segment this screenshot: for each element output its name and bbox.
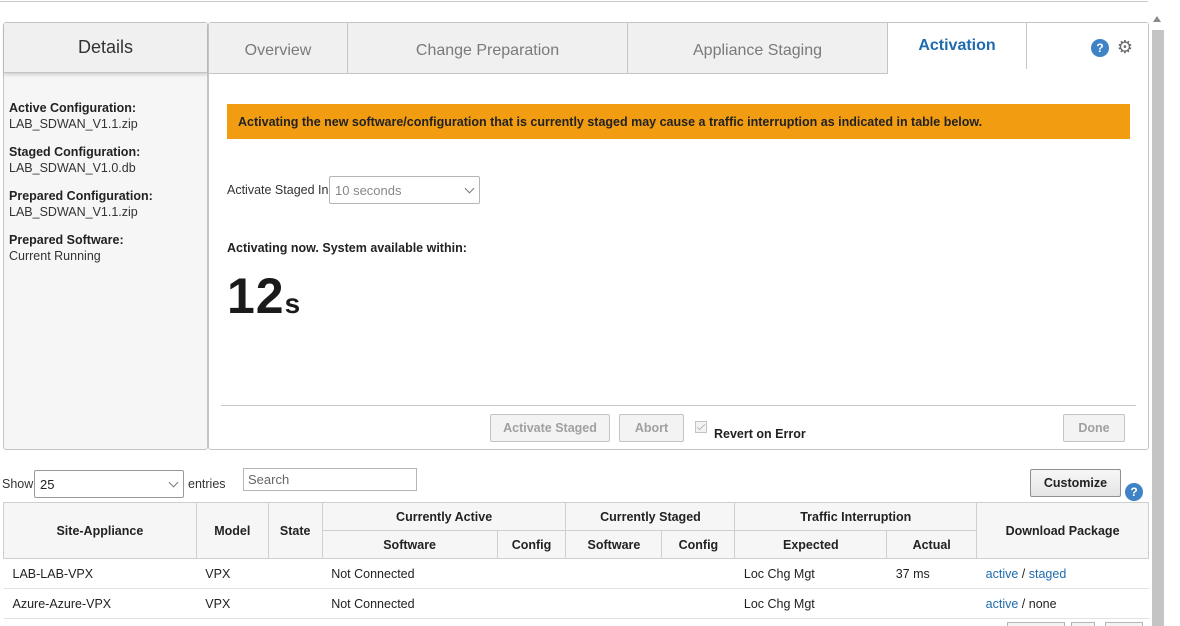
help-icon[interactable]: ? (1091, 39, 1109, 57)
table-row: Azure-Azure-VPX VPX Not Connected Loc Ch… (3, 588, 1149, 619)
top-border (0, 0, 1148, 2)
table-row: LAB-LAB-VPX VPX Not Connected Loc Chg Mg… (3, 558, 1149, 589)
pagination-next-button[interactable] (1105, 622, 1143, 626)
scroll-up-arrow-icon[interactable] (1153, 16, 1161, 22)
cell-model: VPX (196, 588, 269, 619)
countdown-timer: 12s (227, 267, 300, 325)
show-label: Show (2, 477, 34, 491)
pagination-page-button[interactable] (1071, 622, 1095, 626)
done-button[interactable]: Done (1063, 414, 1125, 442)
detail-label: Active Configuration: (9, 101, 137, 115)
cell-staged-software (565, 558, 662, 589)
column-header-staged-software[interactable]: Software (565, 530, 663, 559)
revert-on-error-label: Revert on Error (714, 427, 806, 441)
download-active-link[interactable]: active (986, 567, 1019, 581)
countdown-value: 12 (227, 268, 285, 324)
activate-staged-button[interactable]: Activate Staged (490, 414, 610, 442)
tab-change-preparation[interactable]: Change Preparation (348, 23, 628, 74)
cell-active-config (497, 588, 566, 619)
detail-prepared-configuration: Prepared Configuration: LAB_SDWAN_V1.1.z… (9, 188, 202, 220)
cell-expected: Loc Chg Mgt (734, 588, 887, 619)
download-none-text: none (1028, 596, 1057, 611)
search-input[interactable] (243, 468, 417, 491)
separator: / (1021, 596, 1026, 611)
details-title: Details (4, 23, 207, 73)
column-header-state[interactable]: State (267, 502, 323, 559)
detail-label: Staged Configuration: (9, 145, 141, 159)
warning-banner: Activating the new software/configuratio… (227, 104, 1130, 139)
activate-delay-value: 10 seconds (335, 183, 402, 198)
entries-per-page-select[interactable]: 25 (34, 470, 184, 498)
column-header-active-software[interactable]: Software (321, 530, 498, 559)
activate-staged-in-label: Activate Staged In: (227, 183, 332, 197)
tab-overview[interactable]: Overview (209, 23, 348, 74)
cell-active-software: Not Connected (322, 558, 498, 589)
revert-on-error-option[interactable]: Revert on Error (695, 419, 806, 441)
activate-delay-select[interactable]: 10 seconds (329, 176, 480, 204)
detail-value: Current Running (9, 249, 101, 263)
separator: / (1021, 566, 1026, 581)
cell-active-software: Not Connected (322, 588, 498, 619)
help-icon[interactable]: ? (1125, 483, 1143, 501)
detail-value: LAB_SDWAN_V1.0.db (9, 161, 136, 175)
cell-state (268, 588, 323, 619)
tab-appliance-staging[interactable]: Appliance Staging (628, 23, 888, 74)
cell-model: VPX (196, 558, 269, 589)
chevron-down-icon (464, 183, 475, 194)
appliance-table: Site-Appliance Model State Currently Act… (3, 502, 1149, 619)
detail-value: LAB_SDWAN_V1.1.zip (9, 117, 138, 131)
column-header-actual[interactable]: Actual (886, 530, 978, 559)
cell-staged-software (565, 588, 662, 619)
pagination-previous-button[interactable] (1007, 622, 1065, 626)
cell-state (268, 558, 323, 589)
column-header-active-config[interactable]: Config (496, 530, 567, 559)
column-header-site-appliance[interactable]: Site-Appliance (3, 502, 197, 559)
detail-value: LAB_SDWAN_V1.1.zip (9, 205, 138, 219)
download-staged-link[interactable]: staged (1029, 567, 1067, 581)
cell-expected: Loc Chg Mgt (734, 558, 887, 589)
cell-download-package: active / none (976, 588, 1149, 619)
cell-download-package: active / staged (976, 558, 1149, 589)
scrollbar-thumb[interactable] (1152, 30, 1164, 626)
cell-staged-config (661, 558, 735, 589)
entries-label: entries (188, 477, 226, 491)
activation-panel: Overview Change Preparation Appliance St… (208, 22, 1149, 450)
cell-active-config (497, 558, 566, 589)
column-group-currently-staged: Currently Staged (565, 502, 736, 531)
details-list: Active Configuration: LAB_SDWAN_V1.1.zip… (4, 73, 207, 264)
tab-bar: Overview Change Preparation Appliance St… (209, 23, 1148, 74)
activation-status-message: Activating now. System available within: (227, 241, 467, 255)
entries-per-page-value: 25 (40, 477, 55, 492)
cell-actual (886, 588, 977, 619)
revert-on-error-checkbox[interactable] (695, 421, 707, 433)
download-active-link[interactable]: active (986, 597, 1019, 611)
detail-label: Prepared Software: (9, 233, 124, 247)
detail-label: Prepared Configuration: (9, 189, 153, 203)
column-header-staged-config[interactable]: Config (661, 530, 736, 559)
cell-actual: 37 ms (886, 558, 977, 589)
column-header-download-package[interactable]: Download Package (976, 502, 1149, 559)
divider (221, 405, 1136, 406)
details-panel: Details Active Configuration: LAB_SDWAN_… (3, 22, 208, 450)
customize-button[interactable]: Customize (1030, 469, 1121, 497)
detail-active-configuration: Active Configuration: LAB_SDWAN_V1.1.zip (9, 100, 202, 132)
column-group-currently-active: Currently Active (321, 502, 567, 531)
column-header-model[interactable]: Model (195, 502, 269, 559)
tab-activation[interactable]: Activation (888, 23, 1027, 69)
detail-staged-configuration: Staged Configuration: LAB_SDWAN_V1.0.db (9, 144, 202, 176)
countdown-unit: s (284, 288, 301, 319)
cell-site-appliance: Azure-Azure-VPX (3, 588, 197, 619)
chevron-down-icon (168, 477, 179, 488)
vertical-scrollbar[interactable] (1148, 8, 1168, 626)
detail-prepared-software: Prepared Software: Current Running (9, 232, 202, 264)
cell-site-appliance: LAB-LAB-VPX (3, 558, 197, 589)
cell-staged-config (661, 588, 735, 619)
gear-icon[interactable]: ⚙ (1115, 37, 1135, 57)
column-header-expected[interactable]: Expected (734, 530, 888, 559)
abort-button[interactable]: Abort (619, 414, 684, 442)
column-group-traffic-interruption: Traffic Interruption (734, 502, 978, 531)
